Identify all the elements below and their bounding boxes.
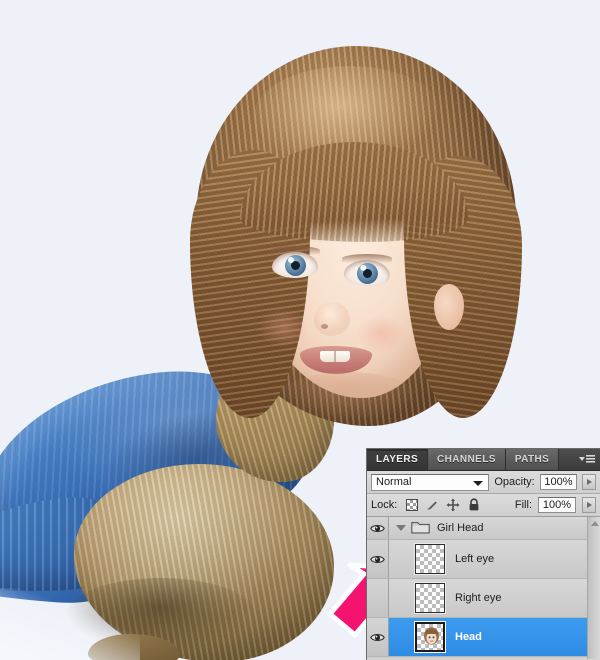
layer-thumbnail-head[interactable] — [414, 621, 446, 653]
layer-thumbnail-right-eye[interactable] — [414, 582, 446, 614]
lock-icon-group — [406, 498, 481, 512]
layer-row-right-eye[interactable]: Right eye — [367, 579, 600, 618]
visibility-toggle-left-eye[interactable] — [367, 540, 389, 578]
blend-mode-select[interactable]: Normal — [371, 473, 490, 491]
tab-paths[interactable]: PATHS — [505, 449, 560, 470]
tab-layers[interactable]: LAYERS — [367, 449, 429, 470]
opacity-label: Opacity: — [494, 476, 535, 488]
girl-eye-glint-left — [288, 257, 294, 263]
stepper-arrow-icon — [586, 502, 592, 508]
fill-label: Fill: — [514, 499, 532, 511]
fill-stepper[interactable] — [582, 497, 596, 513]
tab-channels[interactable]: CHANNELS — [428, 449, 506, 470]
chevron-down-icon — [396, 525, 406, 531]
eye-icon — [370, 555, 385, 563]
girl-eye-left — [272, 252, 318, 278]
opacity-stepper[interactable] — [582, 474, 596, 490]
tab-paths-label: PATHS — [514, 454, 550, 465]
lock-row: Lock: Fill: 100% — [367, 494, 600, 517]
layer-name-right-eye: Right eye — [455, 592, 502, 604]
layer-name-girl-head: Girl Head — [437, 522, 484, 534]
layer-row-left-eye[interactable]: Left eye — [367, 540, 600, 579]
layer-thumbnail-left-eye[interactable] — [414, 543, 446, 575]
layer-name-left-eye: Left eye — [455, 553, 495, 565]
panel-tab-bar: LAYERS CHANNELS PATHS — [367, 449, 600, 471]
group-disclosure-triangle[interactable] — [393, 525, 409, 531]
girl-cheek-left — [258, 308, 310, 348]
stepper-arrow-icon — [586, 479, 592, 485]
layer-name-head: Head — [455, 631, 482, 643]
blend-mode-row: Normal Opacity: 100% — [367, 471, 600, 494]
tab-layers-label: LAYERS — [376, 454, 419, 465]
lock-image-pixels-icon[interactable] — [425, 498, 439, 512]
visibility-toggle-girl-head[interactable] — [367, 517, 389, 539]
girl-cheek-right — [356, 314, 408, 354]
lock-position-icon[interactable] — [446, 498, 460, 512]
photoshop-canvas-with-layers-panel: LAYERS CHANNELS PATHS Normal Opacity: 10… — [0, 0, 600, 660]
blend-mode-value: Normal — [376, 476, 412, 488]
visibility-toggle-right-eye[interactable] — [367, 579, 389, 617]
visibility-toggle-head[interactable] — [367, 618, 389, 656]
layer-list-scrollbar[interactable] — [587, 517, 600, 659]
head-thumbnail-preview — [424, 627, 439, 645]
lock-transparent-pixels-icon[interactable] — [406, 499, 419, 511]
girl-eyelid-right — [342, 254, 392, 263]
scroll-up-arrow-icon[interactable] — [591, 521, 599, 526]
fill-input[interactable]: 100% — [538, 497, 576, 513]
layers-panel: LAYERS CHANNELS PATHS Normal Opacity: 10… — [366, 448, 600, 660]
bird-lower-left-fade — [0, 588, 140, 660]
eye-icon — [370, 524, 385, 532]
girl-head-image — [190, 46, 522, 446]
layer-row-girl-head[interactable]: Girl Head — [367, 517, 600, 540]
chevron-down-icon — [473, 480, 484, 486]
layer-row-head[interactable]: Head — [367, 618, 600, 657]
panel-menu-icon[interactable] — [574, 449, 600, 470]
layer-list: Girl Head Left eye Right eye Head — [367, 517, 600, 659]
girl-eyelid-left — [270, 246, 320, 255]
folder-icon — [411, 520, 430, 537]
lock-all-icon[interactable] — [467, 498, 481, 512]
tab-channels-label: CHANNELS — [437, 454, 496, 465]
lock-label: Lock: — [371, 499, 398, 511]
girl-nose — [314, 302, 350, 336]
tab-bar-filler — [559, 449, 574, 470]
eye-icon — [370, 633, 385, 641]
girl-teeth — [320, 351, 350, 362]
girl-chin-shadow — [278, 372, 418, 422]
opacity-input[interactable]: 100% — [539, 474, 578, 490]
